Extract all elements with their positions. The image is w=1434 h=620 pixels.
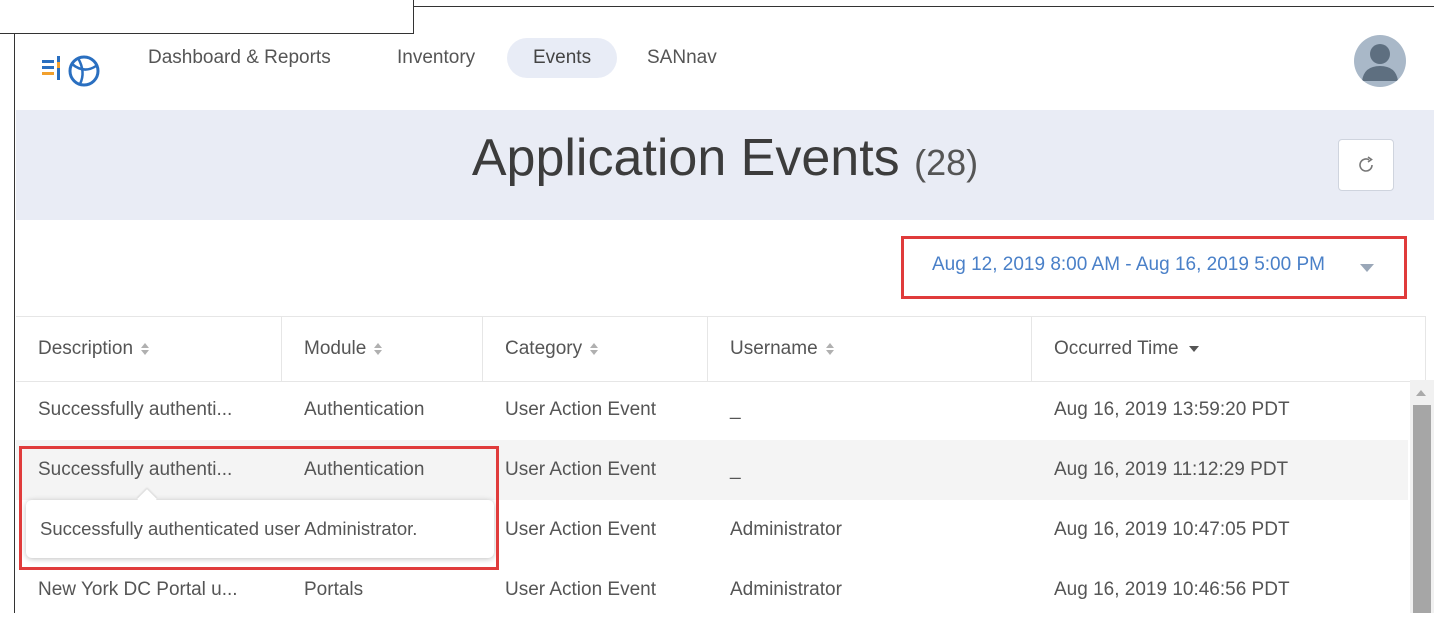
tab-sannav[interactable]: SANnav [621, 38, 743, 78]
cell-occurred-time: Aug 16, 2019 13:59:20 PDT [1054, 399, 1290, 420]
table-header: Description Module Category Username Occ… [16, 316, 1426, 382]
tab-dashboard-reports[interactable]: Dashboard & Reports [122, 38, 357, 78]
column-label: Username [730, 338, 818, 359]
column-header-username[interactable]: Username [708, 317, 1032, 381]
cell-occurred-time: Aug 16, 2019 10:47:05 PDT [1054, 519, 1290, 540]
scrollbar-thumb[interactable] [1413, 405, 1431, 613]
user-avatar-icon[interactable] [1354, 35, 1406, 87]
cell-occurred-time: Aug 16, 2019 10:46:56 PDT [1054, 579, 1290, 600]
table-row[interactable]: Successfully authenti... Authentication … [16, 380, 1408, 440]
cell-description: New York DC Portal u... [38, 579, 238, 600]
page-header: Application Events (28) [16, 110, 1434, 220]
cell-username: _ [730, 399, 741, 420]
cell-username: Administrator [730, 579, 842, 600]
cell-module: Authentication [304, 399, 425, 420]
tooltip-text: Successfully authenticated user Administ… [40, 500, 418, 558]
column-label: Module [304, 338, 367, 359]
cell-description: Successfully authenti... [38, 399, 233, 420]
top-nav: Dashboard & Reports Inventory Events SAN… [16, 34, 1434, 110]
cell-category: User Action Event [505, 519, 657, 540]
column-label: Category [505, 338, 583, 359]
frame-top-line [414, 6, 1434, 7]
table-row[interactable]: Successfully authenti... Authentication … [16, 440, 1408, 500]
app-logo-icon[interactable] [40, 44, 104, 92]
page-title: Application Events (28) [16, 128, 1434, 188]
event-count: (28) [914, 142, 979, 183]
table-row[interactable]: New York DC Portal u... Portals User Act… [16, 560, 1408, 620]
cell-category: User Action Event [505, 459, 657, 480]
column-label: Description [38, 338, 134, 359]
scroll-up-icon[interactable] [1416, 390, 1426, 396]
sort-desc-icon[interactable] [1188, 345, 1199, 352]
sort-icon[interactable] [825, 342, 834, 355]
sort-icon[interactable] [374, 342, 383, 355]
cell-occurred-time: Aug 16, 2019 11:12:29 PDT [1054, 459, 1289, 480]
cell-description[interactable]: Successfully authenti... [16, 440, 232, 500]
column-header-description[interactable]: Description [16, 317, 282, 381]
cell-category: User Action Event [505, 399, 657, 420]
cell-category: User Action Event [505, 579, 657, 600]
column-label: Occurred Time [1054, 338, 1179, 359]
date-range-selector[interactable]: Aug 12, 2019 8:00 AM - Aug 16, 2019 5:00… [932, 254, 1325, 276]
date-range-highlight: Aug 12, 2019 8:00 AM - Aug 16, 2019 5:00… [901, 236, 1407, 299]
column-header-category[interactable]: Category [483, 317, 708, 381]
tab-inventory[interactable]: Inventory [371, 38, 501, 78]
column-header-occurred-time[interactable]: Occurred Time [1032, 317, 1426, 381]
description-tooltip: Successfully authenticated user Administ… [26, 489, 494, 558]
refresh-button[interactable] [1338, 139, 1394, 191]
cell-username: Administrator [730, 519, 842, 540]
refresh-icon [1359, 156, 1373, 172]
sort-icon[interactable] [141, 342, 150, 355]
column-header-module[interactable]: Module [282, 317, 483, 381]
table-scrollbar[interactable] [1410, 380, 1434, 613]
chevron-down-icon[interactable] [1360, 264, 1374, 272]
tab-events[interactable]: Events [507, 38, 618, 78]
cell-username: _ [730, 459, 741, 480]
sort-icon[interactable] [590, 342, 599, 355]
page-title-text: Application Events [471, 129, 900, 187]
frame-left-line [14, 34, 15, 613]
cell-module: Authentication [304, 459, 425, 480]
cell-module: Portals [304, 579, 364, 600]
callout-frame [0, 0, 414, 34]
